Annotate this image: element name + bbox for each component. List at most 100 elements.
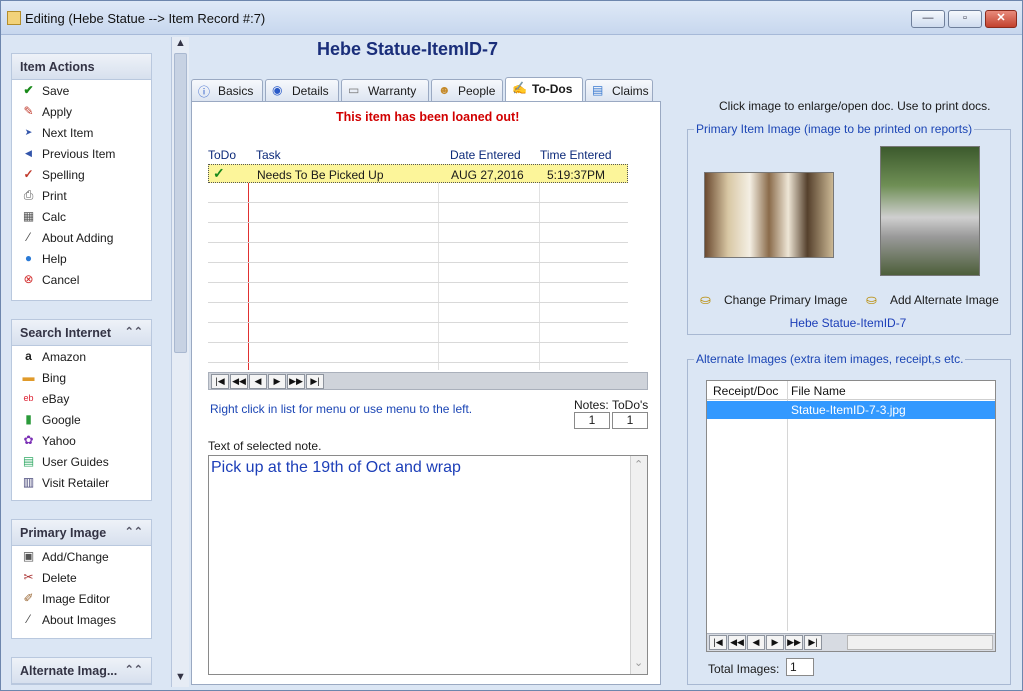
col-todo[interactable]: ToDo [208,148,236,162]
spelling-icon: ✓ [23,167,34,181]
interior-photo-image[interactable] [704,172,834,258]
collapse-icon[interactable]: ⌃⌃ [125,525,143,538]
image-editor-action[interactable]: ✐ Image Editor [12,588,151,609]
tab-claims[interactable]: ▤ Claims [585,79,653,101]
col-receipt-doc[interactable]: Receipt/Doc [713,384,778,398]
date-cell: AUG 27,2016 [451,168,524,182]
minimize-button[interactable]: — [911,10,945,28]
table-row[interactable] [208,244,628,263]
yahoo-icon: ✿ [23,433,34,447]
close-button[interactable]: ✕ [985,10,1017,28]
scroll-down-icon[interactable]: ▼ [175,671,186,683]
note-textarea[interactable]: Pick up at the 19th of Oct and wrap ⌃ ⌄ [208,455,648,675]
sidebar-scrollbar[interactable]: ▲ ▼ [171,37,189,687]
add-change-image-action[interactable]: ▣ Add/Change [12,546,151,567]
nav-first-button[interactable]: |◀ [709,635,727,650]
nav-prev-page-button[interactable]: ◀◀ [230,374,248,389]
collapse-icon[interactable]: ⌃⌃ [125,663,143,676]
title-bar: Editing (Hebe Statue --> Item Record #:7… [1,1,1022,35]
nav-prev-button[interactable]: ◀ [249,374,267,389]
tab-warranty[interactable]: ▭ Warranty [341,79,429,101]
bing-link[interactable]: ▬ Bing [12,367,151,388]
table-row[interactable] [208,184,628,203]
change-primary-image-button[interactable]: ⛀ Change Primary Image [700,292,847,307]
nav-first-button[interactable]: |◀ [211,374,229,389]
total-images-label: Total Images: [708,662,780,676]
image-editor-icon: ✐ [23,591,34,605]
delete-image-action[interactable]: ✂ Delete [12,567,151,588]
statue-photo-image[interactable] [880,146,980,276]
scroll-up-icon[interactable]: ▲ [175,37,186,49]
col-task[interactable]: Task [256,148,281,162]
search-internet-header[interactable]: Search Internet ⌃⌃ [12,320,151,346]
table-row[interactable]: ✓ Needs To Be Picked Up AUG 27,2016 5:19… [208,164,628,183]
tab-people[interactable]: ☻ People [431,79,503,101]
yahoo-link[interactable]: ✿ Yahoo [12,430,151,451]
scroll-up-icon[interactable]: ⌃ [634,458,643,471]
tab-details[interactable]: ◉ Details [265,79,339,101]
alternate-images-list[interactable]: Receipt/Doc File Name Statue-ItemID-7-3.… [706,380,996,652]
table-row[interactable] [208,324,628,343]
nav-next-button[interactable]: ▶ [268,374,286,389]
todo-grid[interactable]: ✓ Needs To Be Picked Up AUG 27,2016 5:19… [208,164,646,370]
table-row[interactable] [208,264,628,283]
col-time-entered[interactable]: Time Entered [540,148,612,162]
nav-prev-page-button[interactable]: ◀◀ [728,635,746,650]
retailer-icon: ▥ [22,475,35,489]
nav-prev-button[interactable]: ◀ [747,635,765,650]
ebay-link[interactable]: eb eBay [12,388,151,409]
notes-count: 1 [574,412,610,429]
previous-item-action[interactable]: ◀ Previous Item [12,143,151,164]
next-item-action[interactable]: ➤ Next Item [12,122,151,143]
add-alternate-image-button[interactable]: ⛀ Add Alternate Image [866,292,999,307]
save-action[interactable]: ✔ Save [12,80,151,101]
collapse-icon[interactable]: ⌃⌃ [125,325,143,338]
note-scrollbar[interactable]: ⌃ ⌄ [630,456,647,674]
print-action[interactable]: ⎙ Print [12,185,151,206]
tab-to-dos[interactable]: ✍ To-Dos [505,77,583,102]
time-cell: 5:19:37PM [547,168,606,182]
search-internet-group: Search Internet ⌃⌃ a Amazon ▬ Bing eb eBay ▮… [11,319,152,501]
guide-icon: ▤ [22,454,35,468]
apply-icon: ✎ [23,104,34,118]
task-cell: Needs To Be Picked Up [257,168,384,182]
col-file-name[interactable]: File Name [791,384,846,398]
google-link[interactable]: ▮ Google [12,409,151,430]
nav-next-page-button[interactable]: ▶▶ [287,374,305,389]
scroll-thumb[interactable] [174,53,187,353]
amazon-link[interactable]: a Amazon [12,346,151,367]
tab-basics[interactable]: ⓘ Basics [191,79,263,101]
about-adding-action[interactable]: ⁄ About Adding [12,227,151,248]
visit-retailer-link[interactable]: ▥ Visit Retailer [12,472,151,493]
about-images-action[interactable]: ⁄ About Images [12,609,151,630]
col-date-entered[interactable]: Date Entered [450,148,521,162]
table-row[interactable] [208,344,628,363]
maximize-button[interactable]: ▫ [948,10,982,28]
cancel-action[interactable]: ⊗ Cancel [12,269,151,290]
horizontal-scrollbar[interactable] [847,635,993,650]
nav-last-button[interactable]: ▶| [306,374,324,389]
nav-next-page-button[interactable]: ▶▶ [785,635,803,650]
item-actions-header[interactable]: Item Actions [12,54,151,80]
help-action[interactable]: ● Help [12,248,151,269]
nav-next-button[interactable]: ▶ [766,635,784,650]
nav-last-button[interactable]: ▶| [804,635,822,650]
item-actions-group: Item Actions ✔ Save ✎ Apply ➤ Next Item ◀ Pr… [11,53,152,301]
calc-action[interactable]: ▦ Calc [12,206,151,227]
scroll-down-icon[interactable]: ⌄ [634,656,643,669]
primary-image-group: Primary Image ⌃⌃ ▣ Add/Change ✂ Delete ✐ Ima… [11,519,152,639]
ebay-icon: eb [23,393,34,403]
primary-image-header[interactable]: Primary Image ⌃⌃ [12,520,151,546]
alternate-images-header[interactable]: Alternate Imag... ⌃⌃ [12,658,151,684]
alternate-images-legend: Alternate Images (extra item images, rec… [694,352,966,366]
table-row[interactable] [208,304,628,323]
arrow-left-icon: ◀ [25,148,32,158]
user-guides-link[interactable]: ▤ User Guides [12,451,151,472]
table-row[interactable] [208,224,628,243]
window-title: Editing (Hebe Statue --> Item Record #:7… [25,11,266,26]
spelling-action[interactable]: ✓ Spelling [12,164,151,185]
apply-action[interactable]: ✎ Apply [12,101,151,122]
table-row[interactable] [208,284,628,303]
table-row[interactable] [208,204,628,223]
list-item[interactable]: Statue-ItemID-7-3.jpg [707,401,995,419]
